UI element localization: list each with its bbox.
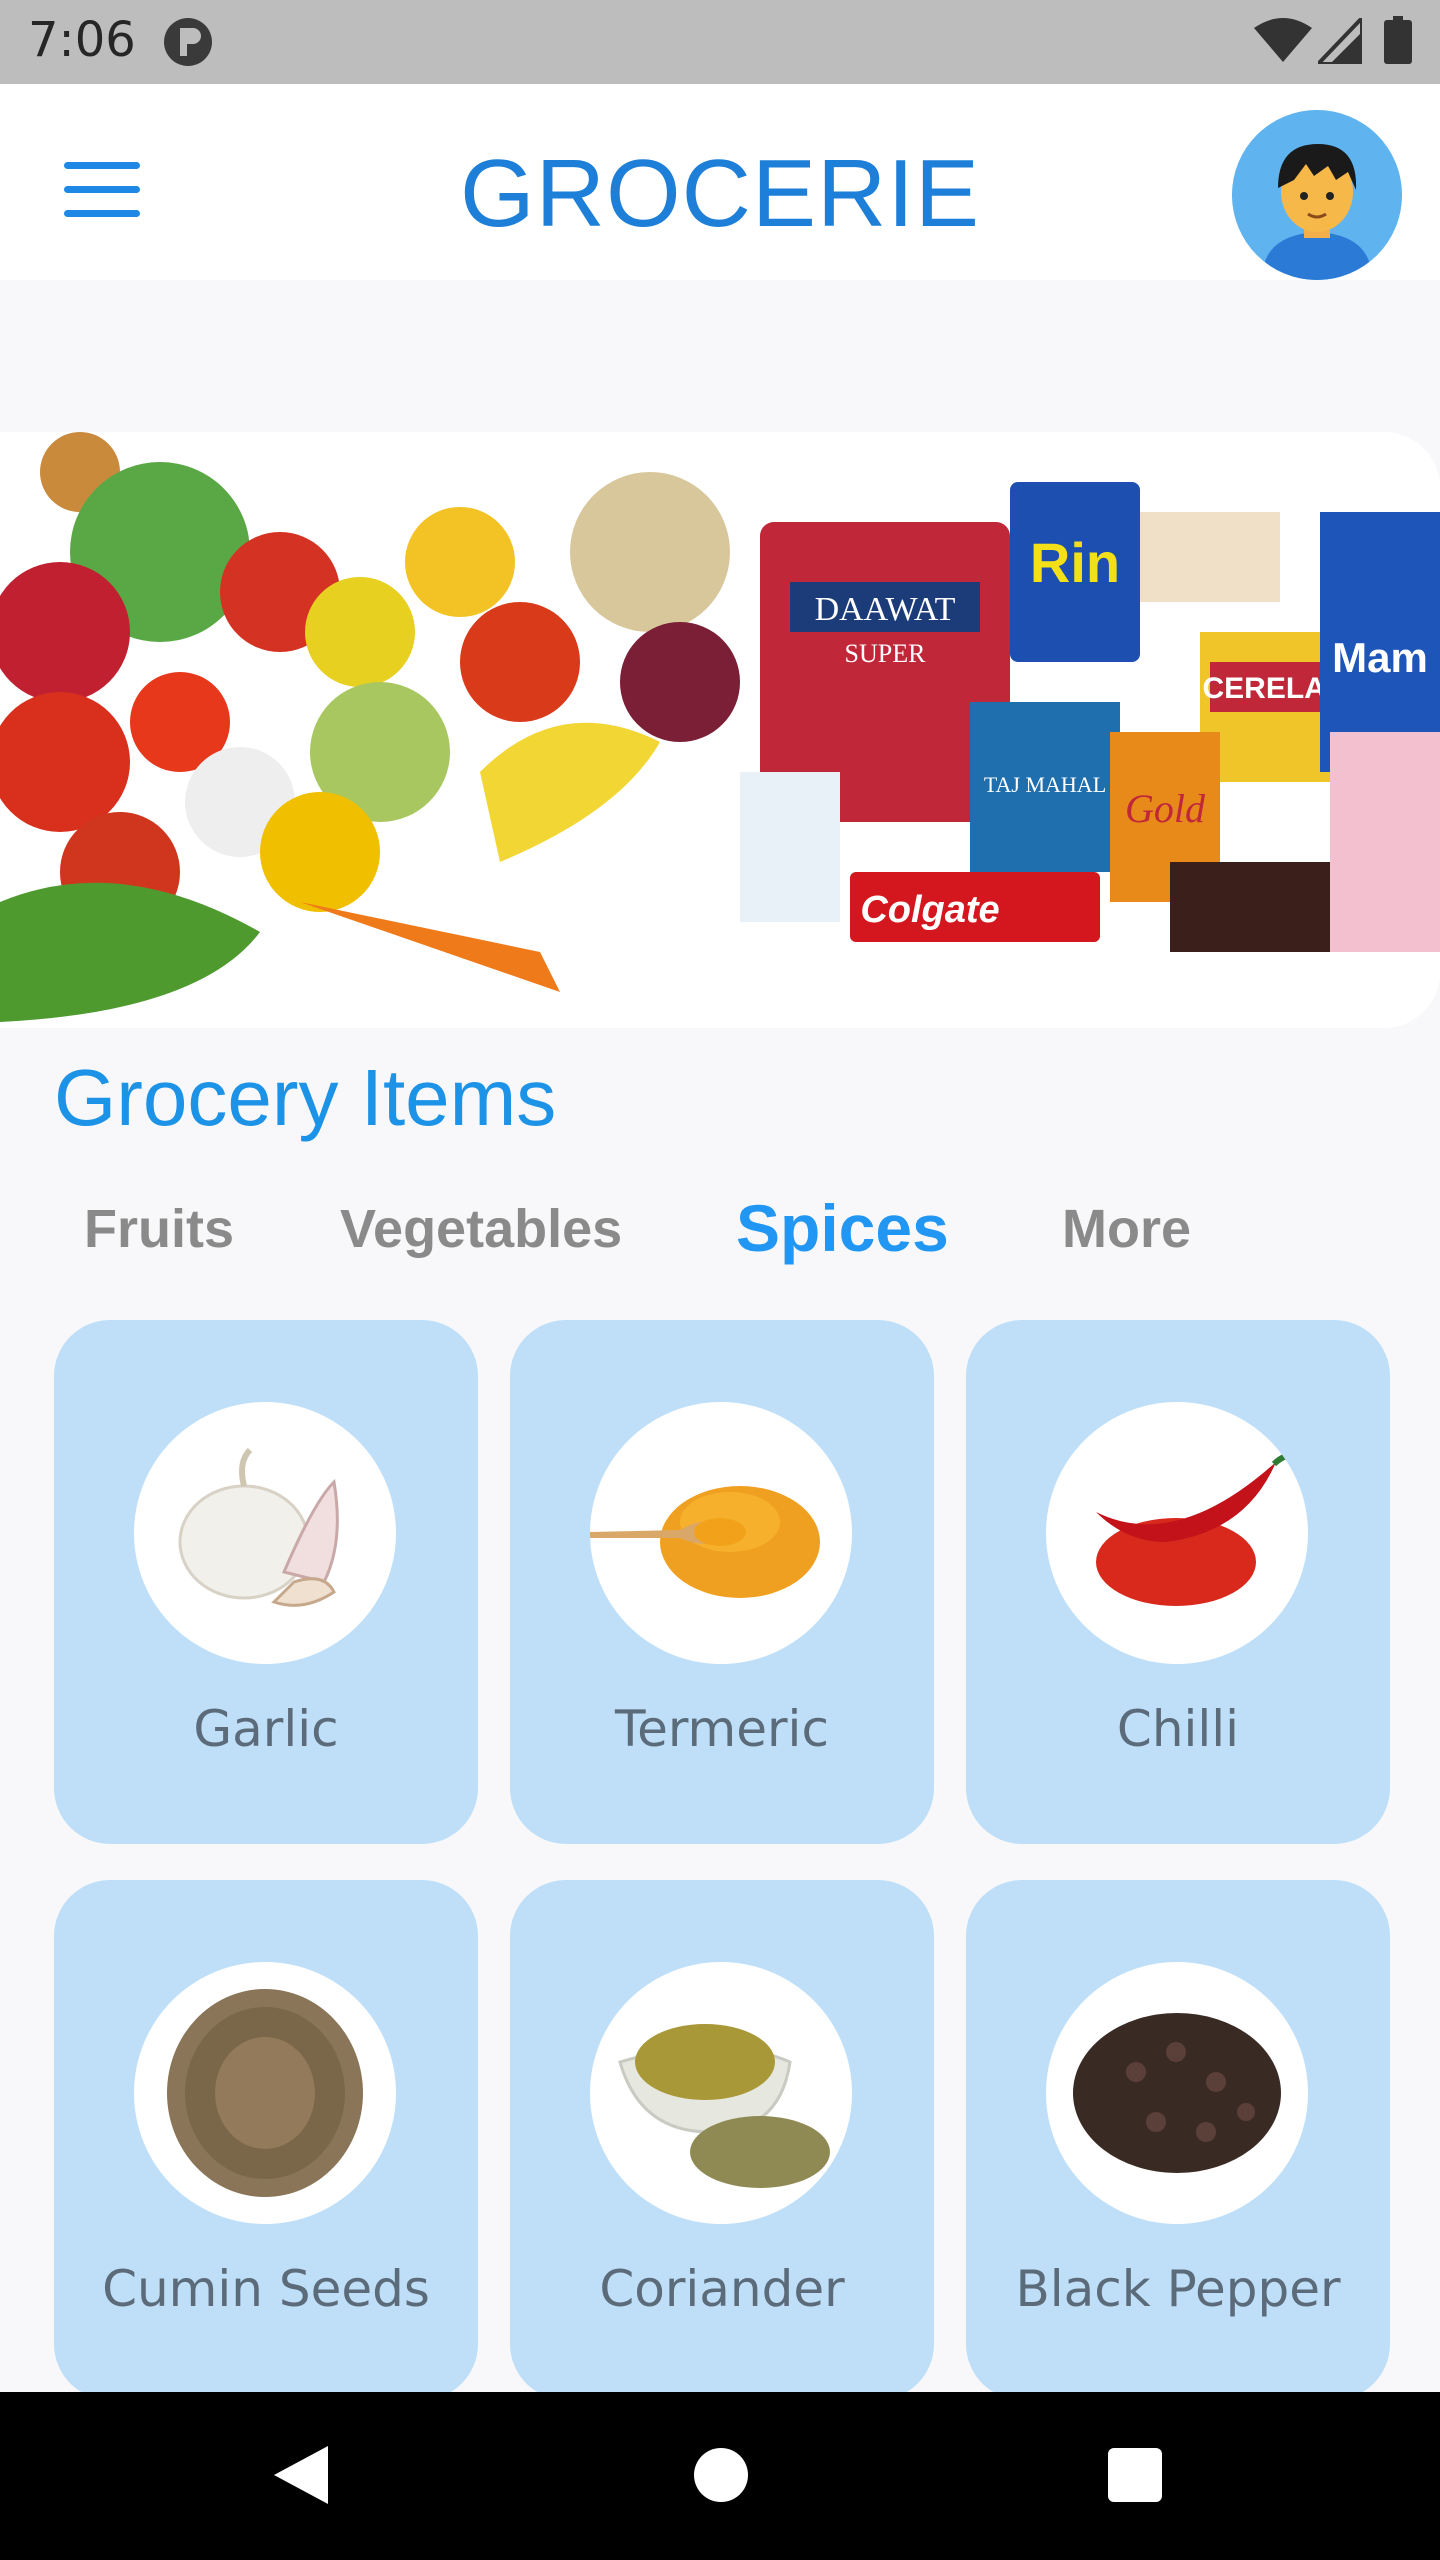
tab-spices[interactable]: Spices bbox=[736, 1190, 949, 1266]
banner-brand-colgate: Colgate bbox=[860, 889, 999, 931]
item-label: Garlic bbox=[193, 1700, 339, 1758]
banner-brand-daawat: DAAWAT bbox=[815, 591, 956, 628]
banner-brand-rin: Rin bbox=[1030, 531, 1120, 594]
item-label: Cumin Seeds bbox=[102, 2260, 430, 2318]
item-card-turmeric[interactable]: Termeric bbox=[510, 1320, 934, 1844]
item-label: Termeric bbox=[615, 1700, 829, 1758]
back-icon[interactable] bbox=[268, 2442, 334, 2508]
garlic-image bbox=[134, 1402, 396, 1664]
banner-brand-super: SUPER bbox=[845, 639, 927, 668]
item-label: Chilli bbox=[1116, 1700, 1240, 1758]
banner-brand-gold: Gold bbox=[1125, 786, 1206, 831]
section-title: Grocery Items bbox=[54, 1053, 557, 1142]
tab-vegetables[interactable]: Vegetables bbox=[340, 1198, 622, 1260]
pepper-image bbox=[1046, 1962, 1308, 2224]
recents-icon[interactable] bbox=[1108, 2448, 1162, 2502]
item-card-chilli[interactable]: Chilli bbox=[966, 1320, 1390, 1844]
app-bar: GROCERIE bbox=[0, 84, 1440, 280]
item-card-black-pepper[interactable]: Black Pepper bbox=[966, 1880, 1390, 2400]
banner-brand-tajmahal: TAJ MAHAL bbox=[984, 772, 1106, 797]
promo-banner[interactable]: DAAWAT SUPER Rin CERELAC Mam TAJ MAHAL G… bbox=[0, 432, 1440, 1028]
coriander-image bbox=[590, 1962, 852, 2224]
item-card-garlic[interactable]: Garlic bbox=[54, 1320, 478, 1844]
system-nav-bar bbox=[0, 2392, 1440, 2560]
user-avatar-icon bbox=[1232, 110, 1402, 280]
avatar[interactable] bbox=[1232, 110, 1402, 280]
home-icon[interactable] bbox=[694, 2448, 748, 2502]
battery-icon bbox=[1384, 16, 1412, 64]
banner-brand-mam: Mam bbox=[1332, 634, 1428, 681]
chilli-image bbox=[1046, 1402, 1308, 1664]
status-bar: 7:06 bbox=[0, 0, 1440, 84]
groceries-banner-image: DAAWAT SUPER Rin CERELAC Mam TAJ MAHAL G… bbox=[0, 432, 1440, 1028]
item-label: Coriander bbox=[599, 2260, 845, 2318]
status-time: 7:06 bbox=[28, 12, 136, 68]
app-title: GROCERIE bbox=[459, 140, 981, 247]
tab-more[interactable]: More bbox=[1062, 1198, 1191, 1260]
app-notification-icon bbox=[164, 18, 212, 66]
wifi-icon bbox=[1254, 18, 1312, 62]
signal-icon bbox=[1318, 18, 1362, 64]
item-label: Black Pepper bbox=[1015, 2260, 1341, 2318]
cumin-image bbox=[134, 1962, 396, 2224]
item-card-cumin[interactable]: Cumin Seeds bbox=[54, 1880, 478, 2400]
item-card-coriander[interactable]: Coriander bbox=[510, 1880, 934, 2400]
turmeric-image bbox=[590, 1402, 852, 1664]
tab-fruits[interactable]: Fruits bbox=[84, 1198, 234, 1260]
